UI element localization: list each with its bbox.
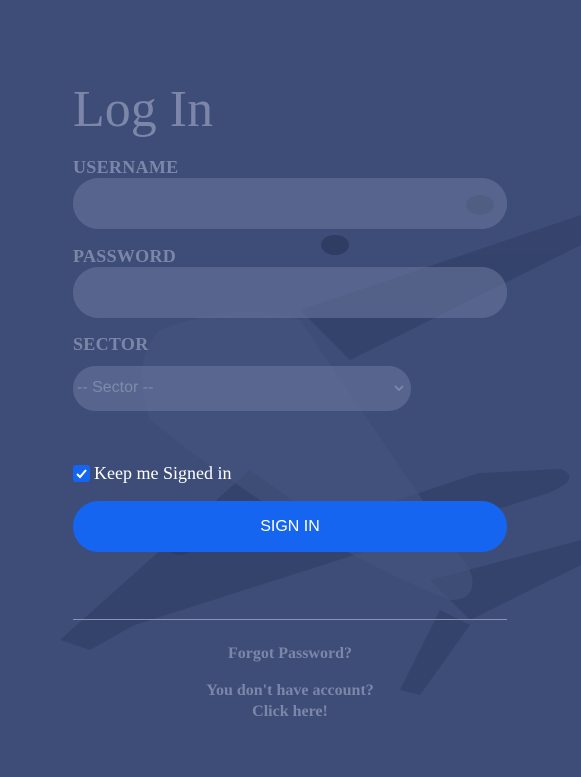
checkmark-icon [76,468,87,478]
divider [73,619,507,620]
forgot-password-link[interactable]: Forgot Password? [73,645,507,663]
username-label: USERNAME [73,157,179,177]
sector-select[interactable]: -- Sector -- [73,366,411,411]
keep-signed-in-label: Keep me Signed in [94,462,232,483]
keep-signed-in-row: Keep me Signed in [73,462,231,484]
sector-label: SECTOR [73,334,149,354]
no-account-text: You don't have account? [206,682,374,699]
keep-signed-in-checkbox[interactable] [73,464,90,482]
password-label: PASSWORD [73,246,177,266]
sector-selected-value: -- Sector -- [77,379,154,396]
password-input[interactable] [73,267,507,318]
chevron-down-icon [394,385,404,392]
username-input[interactable] [73,178,507,229]
page-title: Log In [73,81,214,138]
register-link[interactable]: Click here! [73,703,507,721]
sign-in-button[interactable]: SIGN IN [73,501,507,552]
